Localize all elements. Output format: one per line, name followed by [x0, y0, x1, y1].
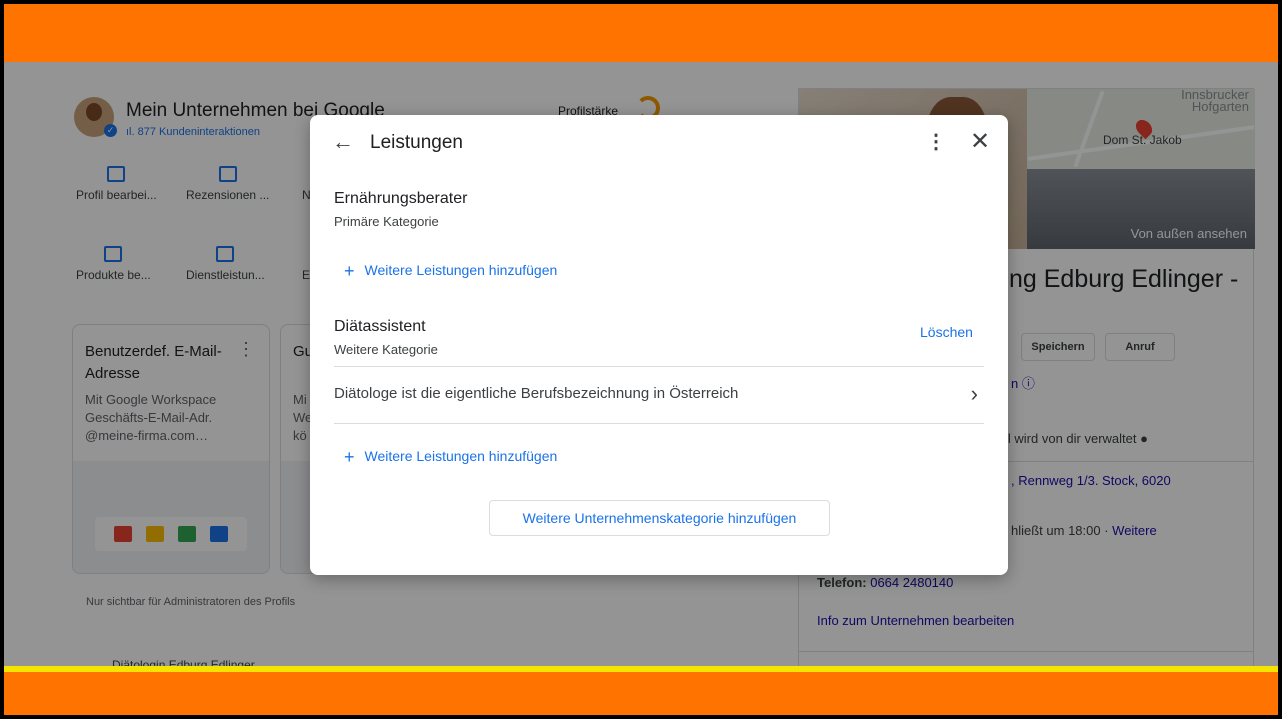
close-icon[interactable]: ✕: [970, 127, 990, 156]
add-services-link[interactable]: + Weitere Leistungen hinzufügen: [344, 261, 557, 282]
divider: [334, 423, 984, 424]
dialog-title: Leistungen: [370, 132, 463, 153]
orange-frame-bottom: [4, 672, 1278, 715]
services-dialog: ← Leistungen ⋮ ✕ Ernährungsberater Primä…: [310, 115, 1008, 575]
secondary-category-type: Weitere Kategorie: [334, 342, 438, 357]
chevron-right-icon: ›: [970, 381, 978, 406]
plus-icon: +: [344, 447, 355, 467]
delete-category-link[interactable]: Löschen: [920, 324, 973, 340]
divider: [334, 366, 984, 367]
service-item-label: Diätologe ist die eigentliche Berufsbeze…: [334, 385, 739, 402]
primary-category-name: Ernährungsberater: [334, 190, 468, 207]
secondary-category-name: Diätassistent: [334, 318, 426, 335]
primary-category-type: Primäre Kategorie: [334, 214, 439, 229]
add-category-button[interactable]: Weitere Unternehmenskategorie hinzufügen: [489, 500, 830, 536]
back-arrow-icon[interactable]: ←: [332, 129, 354, 155]
more-vert-icon[interactable]: ⋮: [926, 129, 946, 154]
service-item[interactable]: Diätologe ist die eigentliche Berufsbeze…: [334, 375, 984, 415]
plus-icon: +: [344, 261, 355, 281]
add-services-link-2[interactable]: + Weitere Leistungen hinzufügen: [344, 447, 557, 468]
orange-frame-top: [4, 4, 1278, 62]
